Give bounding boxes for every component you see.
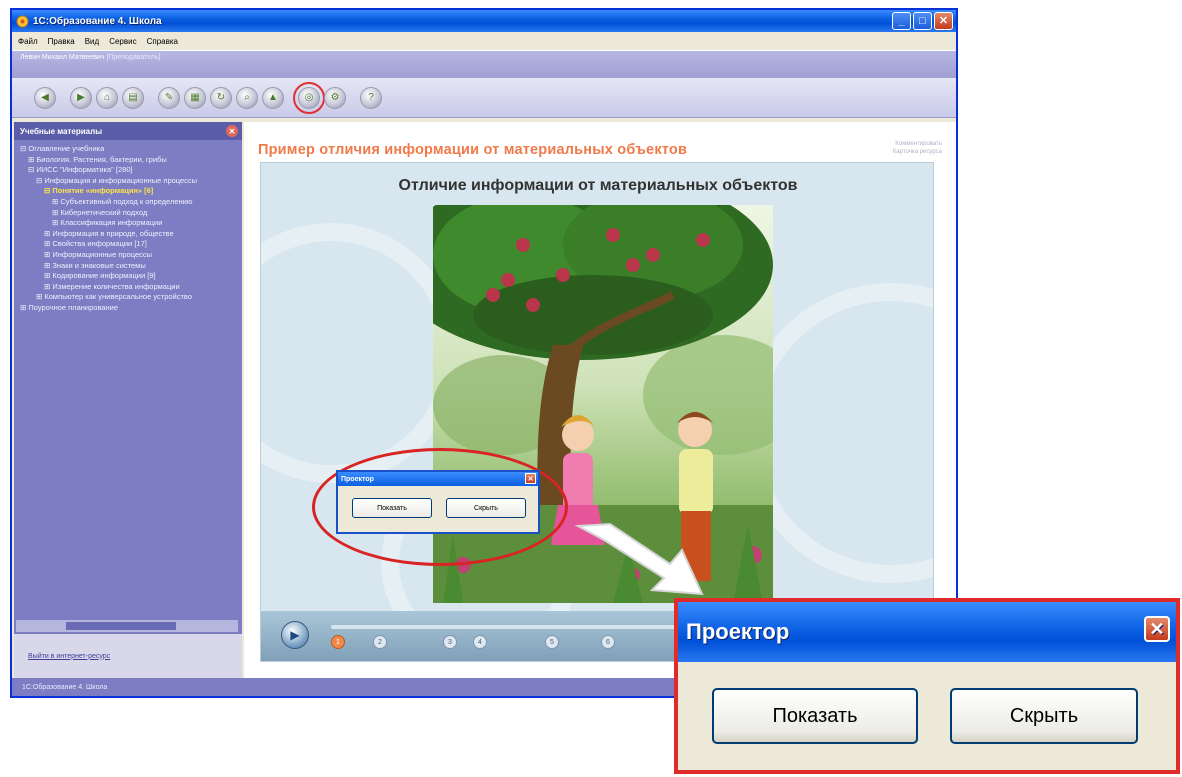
projector-dialog-small-title: Проектор [341,475,374,483]
tree-item[interactable]: ⊞ Биология. Растения, бактерии, грибы [20,155,236,166]
sidebar-close-icon[interactable]: ✕ [226,125,238,137]
home-icon[interactable]: ⌂ [96,86,118,109]
sidebar-header: Учебные материалы ✕ [14,122,242,140]
app-window: 1С:Образование 4. Школа _ □ ✕ Файл Правк… [10,8,958,698]
print-icon[interactable]: ▤ [122,86,144,109]
sidebar-title: Учебные материалы [20,126,103,136]
sidebar-footer-link[interactable]: Выйти в интернет-ресурс [14,634,242,678]
tree-item[interactable]: ⊞ Кибернетический подход [20,208,236,219]
timeline-mark[interactable]: 1 [331,635,345,649]
tree-item[interactable]: ⊞ Компьютер как универсальное устройство [20,292,236,303]
window-title: 1С:Образование 4. Школа [33,15,162,27]
title-bar[interactable]: 1С:Образование 4. Школа _ □ ✕ [12,10,956,32]
help-icon[interactable]: ? [360,86,382,109]
resource-links: Комментировать Карточка ресурса [893,140,942,156]
lesson-title: Пример отличия информации от материальны… [258,142,688,158]
projector-dialog-title: Проектор [686,619,790,644]
tree-item[interactable]: ⊞ Субъективный подход к определению [20,197,236,208]
user-role: [Преподаватель] [106,54,161,61]
tree-item[interactable]: ⊞ Информация в природе, обществе [20,229,236,240]
refresh-icon[interactable]: ↻ [210,86,232,109]
tree-item[interactable]: ⊞ Поурочное планирование [20,303,236,314]
hide-button[interactable]: Скрыть [950,688,1138,744]
timeline-mark[interactable]: 4 [473,635,487,649]
tree-item[interactable]: ⊟ Информация и информационные процессы [20,176,236,187]
timeline-mark[interactable]: 2 [373,635,387,649]
tree-item[interactable]: ⊞ Знаки и знаковые системы [20,261,236,272]
forward-icon[interactable]: ▶ [70,86,92,109]
close-icon[interactable]: ✕ [525,473,536,484]
projector-icon[interactable]: ◎ [293,81,325,114]
library-icon[interactable]: ▦ [184,86,206,109]
close-button[interactable]: ✕ [934,12,953,30]
show-button[interactable]: Показать [712,688,918,744]
toolbar: ◀ ▶ ⌂ ▤ ✎ ▦ ↻ ⌕ ▲ ◎ ⚙ ? [12,78,956,118]
tree-item[interactable]: ⊞ Классификация информации [20,218,236,229]
close-icon[interactable]: ✕ [1144,616,1170,642]
scrollbar-thumb[interactable] [66,622,176,630]
menu-bar: Файл Правка Вид Сервис Справка [12,32,956,50]
menu-help[interactable]: Справка [147,37,178,46]
tree-item[interactable]: ⊞ Информационные процессы [20,250,236,261]
play-button[interactable]: ▶ [281,621,309,649]
menu-view[interactable]: Вид [85,37,99,46]
tree-item[interactable]: ⊞ Свойства информации [17] [20,239,236,250]
tree-item[interactable]: ⊟ Оглавление учебника [20,144,236,155]
zoom-arrow [574,522,704,596]
comment-link[interactable]: Комментировать [893,140,942,148]
minimize-button[interactable]: _ [892,12,911,30]
menu-service[interactable]: Сервис [109,37,136,46]
tree-item[interactable]: ⊞ Измерение количества информации [20,282,236,293]
tree-icon[interactable]: ▲ [262,86,284,109]
user-bar: Левин Михаил Матвеевич [Преподаватель] [12,50,956,78]
tree-item[interactable]: ⊟ ИИСС "Информатика" [280] [20,165,236,176]
timeline-mark[interactable]: 6 [601,635,615,649]
user-name: Левин Михаил Матвеевич [20,54,105,61]
sidebar-scrollbar[interactable] [16,620,238,632]
tree-item[interactable]: ⊞ Кодирование информации [9] [20,271,236,282]
hide-button-small[interactable]: Скрыть [446,498,526,518]
show-button-small[interactable]: Показать [352,498,432,518]
projector-dialog-small-titlebar[interactable]: Проектор ✕ [338,472,538,486]
notes-icon[interactable]: ✎ [158,86,180,109]
tree-item[interactable]: ⊟ Понятие «информация» [6] [20,186,236,197]
timeline-mark[interactable]: 5 [545,635,559,649]
slide-title: Отличие информации от материальных объек… [398,177,798,194]
back-icon[interactable]: ◀ [34,86,56,109]
contents-tree: ⊟ Оглавление учебника ⊞ Биология. Растени… [14,140,242,622]
maximize-button[interactable]: □ [913,12,932,30]
projector-dialog-titlebar[interactable]: Проектор ✕ [678,602,1176,662]
sidebar: Учебные материалы ✕ ⊟ Оглавление учебник… [14,122,242,678]
resource-card-link[interactable]: Карточка ресурса [893,148,942,156]
projector-dialog-zoomed: Проектор ✕ Показать Скрыть [674,598,1180,774]
window-controls: _ □ ✕ [892,12,953,30]
app-icon [16,15,29,27]
search-icon[interactable]: ⌕ [236,86,258,109]
timeline-mark[interactable]: 3 [443,635,457,649]
menu-file[interactable]: Файл [18,37,38,46]
settings-icon[interactable]: ⚙ [324,86,346,109]
projector-dialog-small: Проектор ✕ Показать Скрыть [336,470,540,534]
menu-edit[interactable]: Правка [48,37,75,46]
